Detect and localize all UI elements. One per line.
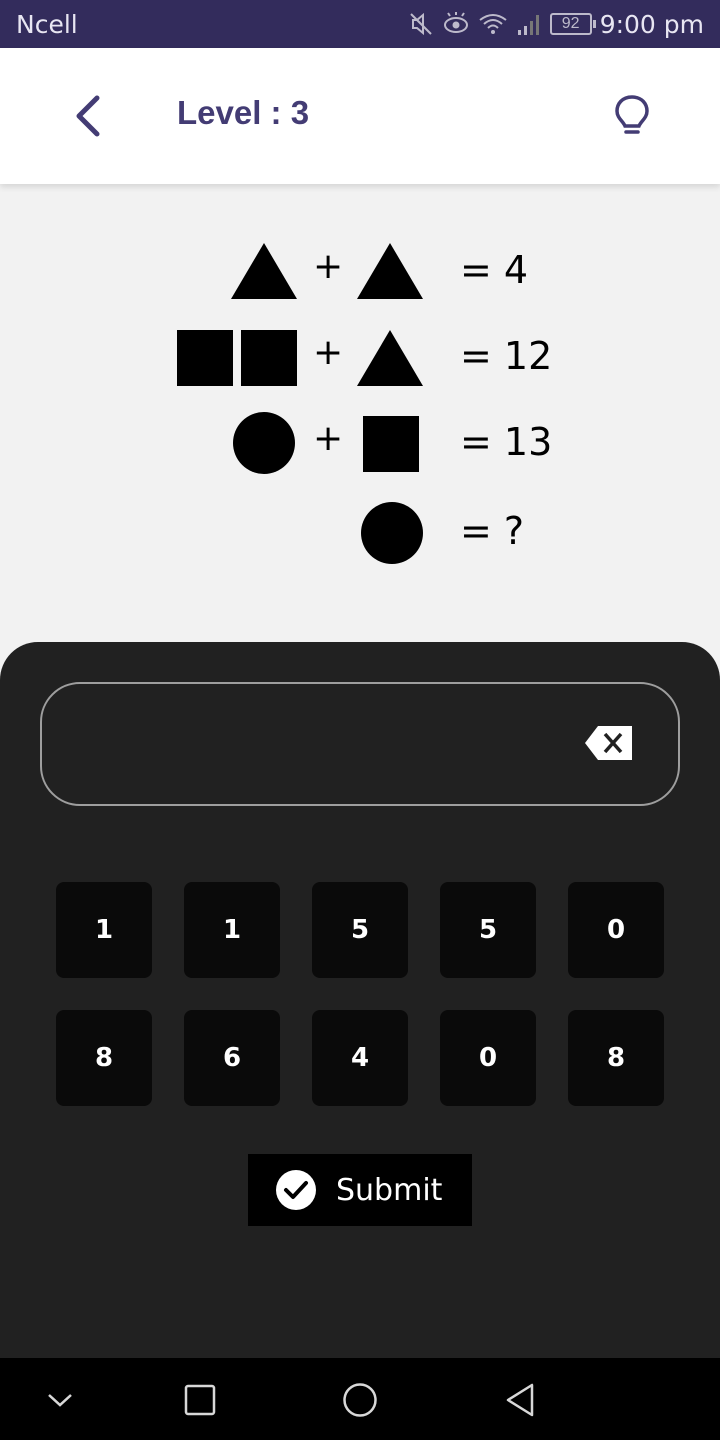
mute-icon — [409, 12, 432, 36]
equation-result: = 4 — [460, 248, 529, 292]
key-button[interactable]: 1 — [56, 882, 152, 978]
key-button[interactable]: 6 — [184, 1010, 280, 1106]
plus-sign: + — [313, 332, 344, 373]
keypad-panel: 1 1 5 5 0 8 6 4 0 8 Submit — [0, 642, 720, 1358]
carrier-name: Ncell — [16, 10, 78, 39]
check-circle-icon — [276, 1170, 316, 1210]
app-bar: Level : 3 — [0, 48, 720, 184]
backspace-icon[interactable] — [584, 724, 634, 762]
chevron-down-icon[interactable] — [38, 1378, 82, 1422]
system-nav-bar — [0, 1358, 720, 1440]
recents-icon[interactable] — [178, 1378, 222, 1422]
square-shape — [241, 330, 297, 386]
key-button[interactable]: 1 — [184, 882, 280, 978]
puzzle-area: + = 4 + = 12 + = 13 = ? — [0, 184, 720, 642]
plus-sign: + — [313, 246, 344, 287]
back-icon[interactable] — [498, 1378, 542, 1422]
wifi-icon — [479, 14, 507, 34]
lightbulb-icon — [615, 95, 649, 134]
back-button[interactable] — [60, 88, 116, 144]
answer-input[interactable] — [40, 682, 680, 806]
clock: 9:00 pm — [599, 9, 704, 39]
status-icons: 92 9:00 pm — [408, 8, 704, 40]
home-icon[interactable] — [338, 1378, 382, 1422]
signal-icon — [517, 15, 539, 35]
key-button[interactable]: 5 — [312, 882, 408, 978]
circle-shape — [361, 502, 423, 564]
triangle-shape — [357, 330, 423, 386]
eye-icon — [443, 12, 468, 33]
key-button[interactable]: 8 — [56, 1010, 152, 1106]
triangle-shape — [357, 243, 423, 299]
status-bar: Ncell 92 9:00 pm — [0, 0, 720, 48]
square-shape — [363, 416, 419, 472]
key-button[interactable]: 0 — [568, 882, 664, 978]
equation-result: = 13 — [460, 420, 553, 464]
key-button[interactable]: 0 — [440, 1010, 536, 1106]
submit-button[interactable]: Submit — [248, 1154, 472, 1226]
submit-label: Submit — [336, 1172, 443, 1208]
circle-shape — [233, 412, 295, 474]
equation-result: = 12 — [460, 334, 553, 378]
key-button[interactable]: 8 — [568, 1010, 664, 1106]
square-shape — [177, 330, 233, 386]
level-title: Level : 3 — [177, 94, 310, 131]
plus-sign: + — [313, 418, 344, 459]
battery-level: 92 — [561, 15, 580, 32]
key-button[interactable]: 4 — [312, 1010, 408, 1106]
equation-result: = ? — [460, 509, 525, 553]
chevron-left-icon — [76, 95, 100, 137]
key-button[interactable]: 5 — [440, 882, 536, 978]
triangle-shape — [231, 243, 297, 299]
battery-icon: 92 — [549, 13, 596, 35]
hint-button[interactable] — [604, 88, 660, 144]
